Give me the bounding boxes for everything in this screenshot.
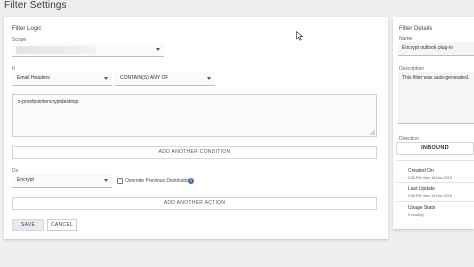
condition-value-text: x-proofpointencryptdesktop (18, 99, 79, 105)
created-on-title: Created On (408, 168, 434, 174)
last-update-title: Last Update (408, 186, 435, 192)
divider (396, 201, 474, 202)
description-textarea[interactable]: This filter was auto-generated. (398, 72, 474, 124)
action-select[interactable]: Encrypt (12, 174, 112, 188)
usage-stats-title: Usage Stats (408, 205, 436, 211)
mouse-pointer-icon (296, 31, 303, 41)
condition-field-select[interactable]: Email Headers (12, 72, 112, 86)
resize-handle-icon[interactable] (370, 130, 375, 135)
description-value: This filter was auto-generated. (402, 75, 470, 81)
chevron-down-icon (104, 77, 108, 80)
override-destination-label: Override Previous Destination (125, 178, 192, 184)
filter-logic-card: Filter Logic Scope If Email Headers CONT… (4, 17, 388, 239)
page-title: Filter Settings (4, 0, 67, 11)
condition-operator-select[interactable]: CONTAIN(S) ANY OF (115, 72, 215, 86)
add-action-button[interactable]: ADD ANOTHER ACTION (12, 197, 377, 210)
chevron-down-icon (207, 77, 211, 80)
save-button[interactable]: SAVE (12, 219, 44, 231)
last-update-value: 3:56 PM, Mon 18 Nov 2019 (408, 194, 452, 198)
direction-button[interactable]: INBOUND (396, 142, 474, 155)
usage-stats-value: 0 email(s) (408, 213, 424, 217)
condition-operator-value: CONTAIN(S) ANY OF (120, 75, 169, 81)
filter-details-title: Filter Details (399, 26, 433, 32)
filter-logic-title: Filter Logic (12, 26, 42, 32)
filter-details-card: Filter Details Name Encrypt outlook plug… (393, 17, 474, 229)
condition-field-value: Email Headers (17, 75, 50, 81)
scope-select[interactable] (12, 43, 164, 57)
divider (396, 160, 474, 161)
add-condition-button[interactable]: ADD ANOTHER CONDITION (12, 146, 377, 159)
cancel-button[interactable]: CANCEL (47, 219, 77, 231)
created-on-value: 3:56 PM, Mon 18 Nov 2019 (408, 176, 452, 180)
info-icon[interactable]: i (188, 178, 194, 184)
chevron-down-icon (156, 48, 160, 51)
override-destination-checkbox[interactable] (117, 178, 123, 184)
name-input[interactable]: Encrypt outlook plug-in (398, 42, 474, 56)
scope-value-redacted (16, 46, 96, 54)
chevron-down-icon (104, 179, 108, 182)
name-value: Encrypt outlook plug-in (402, 45, 453, 51)
action-value: Encrypt (17, 177, 34, 183)
condition-value-textarea[interactable]: x-proofpointencryptdesktop (12, 94, 377, 137)
divider (396, 182, 474, 183)
